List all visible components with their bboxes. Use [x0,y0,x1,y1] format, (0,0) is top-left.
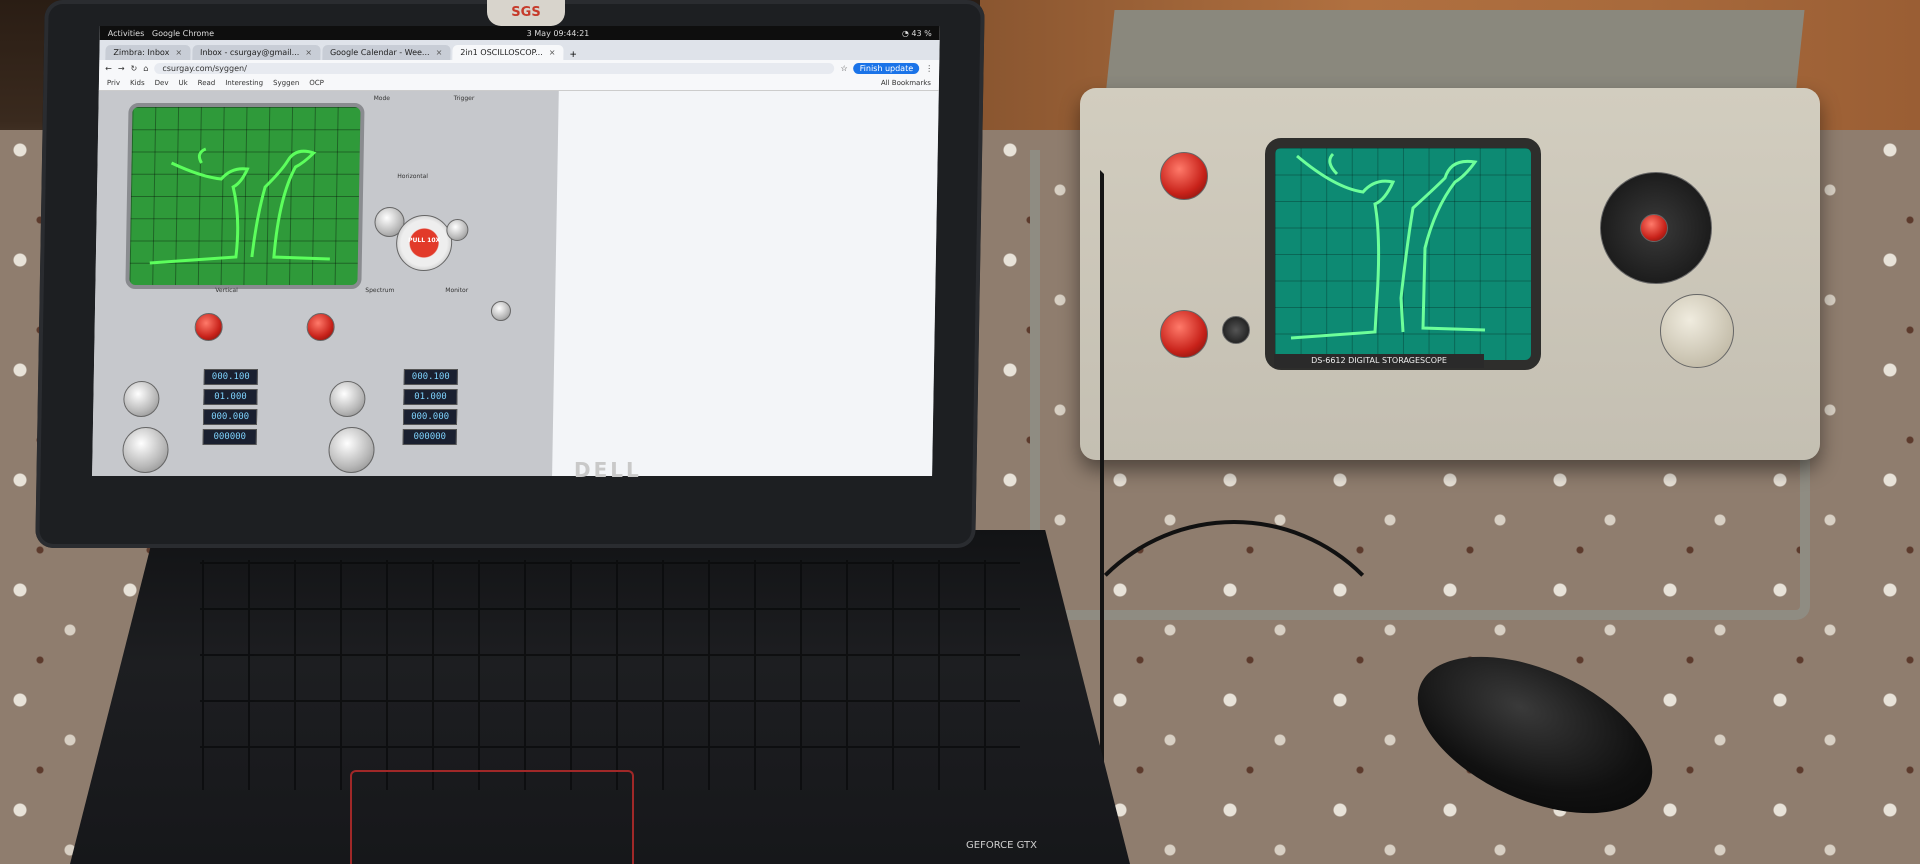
gen2-range-knob[interactable] [329,381,366,417]
tab-label: Google Calendar - Wee... [329,48,430,57]
trigger-level-knob[interactable] [446,219,469,241]
gen2-amp-display: 01.000 [403,389,458,405]
gen1-phase-display: 000.000 [202,409,258,425]
gen2-offset-display: 000000 [402,429,457,445]
laptop-screen: Activities Google Chrome 3 May 09:44:21 … [92,26,940,476]
bookmark-uk[interactable]: Uk [178,79,187,87]
intensity-knob[interactable] [1222,316,1250,344]
bookmark-priv[interactable]: Priv [107,79,120,87]
tab-calendar[interactable]: Google Calendar - Wee... × [321,45,451,60]
gen2-phase-display: 000.000 [402,409,458,425]
oscilloscope-screen [1265,138,1541,370]
bookmark-kids[interactable]: Kids [130,79,145,87]
finish-update-button[interactable]: Finish update [853,62,920,74]
spectrum-section-label: Spectrum [365,287,395,294]
gen1-range-knob[interactable] [123,381,160,417]
ch2-volts-knob[interactable] [1160,310,1208,358]
oscilloscope-model-label: DS-6612 DIGITAL STORAGESCOPE [1274,354,1484,368]
web-scope-crt [125,103,365,289]
forward-icon[interactable]: → [118,64,125,73]
activities-button[interactable]: Activities [108,29,145,38]
dell-logo: DELL [574,458,642,482]
timebase-center-knob[interactable] [1640,214,1668,242]
close-icon[interactable]: × [436,48,443,57]
wifi-icon: ◔ [901,28,909,38]
trigger-section-label: Trigger [453,95,475,102]
tab-label: Zimbra: Inbox [113,48,170,57]
gpu-sticker: GEFORCE GTX [966,840,1037,851]
vertical-section-label: Vertical [215,287,238,294]
tab-oscilloscope[interactable]: 2in1 OSCILLOSCOP... × [452,45,564,60]
probe-lead [1100,170,1148,864]
monitor-volume-knob[interactable] [490,301,512,321]
tab-label: 2in1 OSCILLOSCOP... [460,48,543,57]
tab-zimbra[interactable]: Zimbra: Inbox × [105,45,191,60]
web-oscilloscope-panel: Mode Trigger Horizontal Vertical Spectru… [92,91,559,476]
navigation-bar: ← → ↻ ⌂ csurgay.com/syggen/ ☆ Finish upd… [99,60,940,76]
touchpad [350,770,634,864]
pull-button-label: PULL 10X [408,237,441,244]
back-icon[interactable]: ← [105,64,112,73]
bookmark-ocp[interactable]: OCP [309,79,324,87]
tab-label: Inbox - csurgay@gmail... [199,48,300,57]
close-icon[interactable]: × [549,48,556,57]
gen2-func-knob[interactable] [328,427,375,473]
gen1-offset-display: 000000 [202,429,257,445]
ch2-volts-div-knob[interactable] [306,313,335,341]
photo-scene: DS-6612 DIGITAL STORAGESCOPE GEFORCE GTX… [0,0,1920,864]
hardware-trace-figure [1290,152,1486,340]
gen1-func-knob[interactable] [122,427,169,473]
tab-strip: Zimbra: Inbox × Inbox - csurgay@gmail... ×… [99,40,940,60]
gnome-top-bar: Activities Google Chrome 3 May 09:44:21 … [99,26,940,40]
gen1-freq-display: 000.100 [203,369,258,385]
bookmark-read[interactable]: Read [198,79,216,87]
new-tab-icon[interactable]: + [565,50,581,60]
bookmark-syggen[interactable]: Syggen [273,79,299,87]
tab-gmail[interactable]: Inbox - csurgay@gmail... × [191,45,321,60]
close-icon[interactable]: × [175,48,182,57]
sgs-trust-tag: SGS TRUST [487,0,565,46]
gen2-freq-display: 000.100 [403,369,458,385]
horizontal-section-label: Horizontal [397,173,429,180]
web-trace-figure [149,147,330,265]
keyboard [200,560,1020,790]
bookmarks-bar: Priv Kids Dev Uk Read Interesting Syggen… [98,76,940,91]
bookmark-dev[interactable]: Dev [155,79,169,87]
reload-icon[interactable]: ↻ [131,64,138,73]
star-icon[interactable]: ☆ [840,64,847,73]
position-knob[interactable] [1660,294,1734,368]
menu-icon[interactable]: ⋮ [925,64,933,73]
laptop-keyboard-deck [70,530,1130,864]
mode-section-label: Mode [373,95,391,102]
clock[interactable]: 3 May 09:44:21 [527,29,590,38]
oscilloscope-top [1105,10,1805,96]
all-bookmarks[interactable]: All Bookmarks [881,79,931,87]
battery-label: 43 % [911,28,932,38]
active-app-label: Google Chrome [151,28,215,38]
page-content: Mode Trigger Horizontal Vertical Spectru… [92,91,939,476]
bookmark-interesting[interactable]: Interesting [225,79,263,87]
blank-page-area [552,91,939,476]
close-icon[interactable]: × [305,48,312,57]
monitor-section-label: Monitor [445,287,469,294]
ch1-volts-knob[interactable] [1160,152,1208,200]
address-bar[interactable]: csurgay.com/syggen/ [154,62,835,74]
gen1-amp-display: 01.000 [203,389,258,405]
ch1-volts-div-knob[interactable] [194,313,223,341]
home-icon[interactable]: ⌂ [143,64,148,73]
